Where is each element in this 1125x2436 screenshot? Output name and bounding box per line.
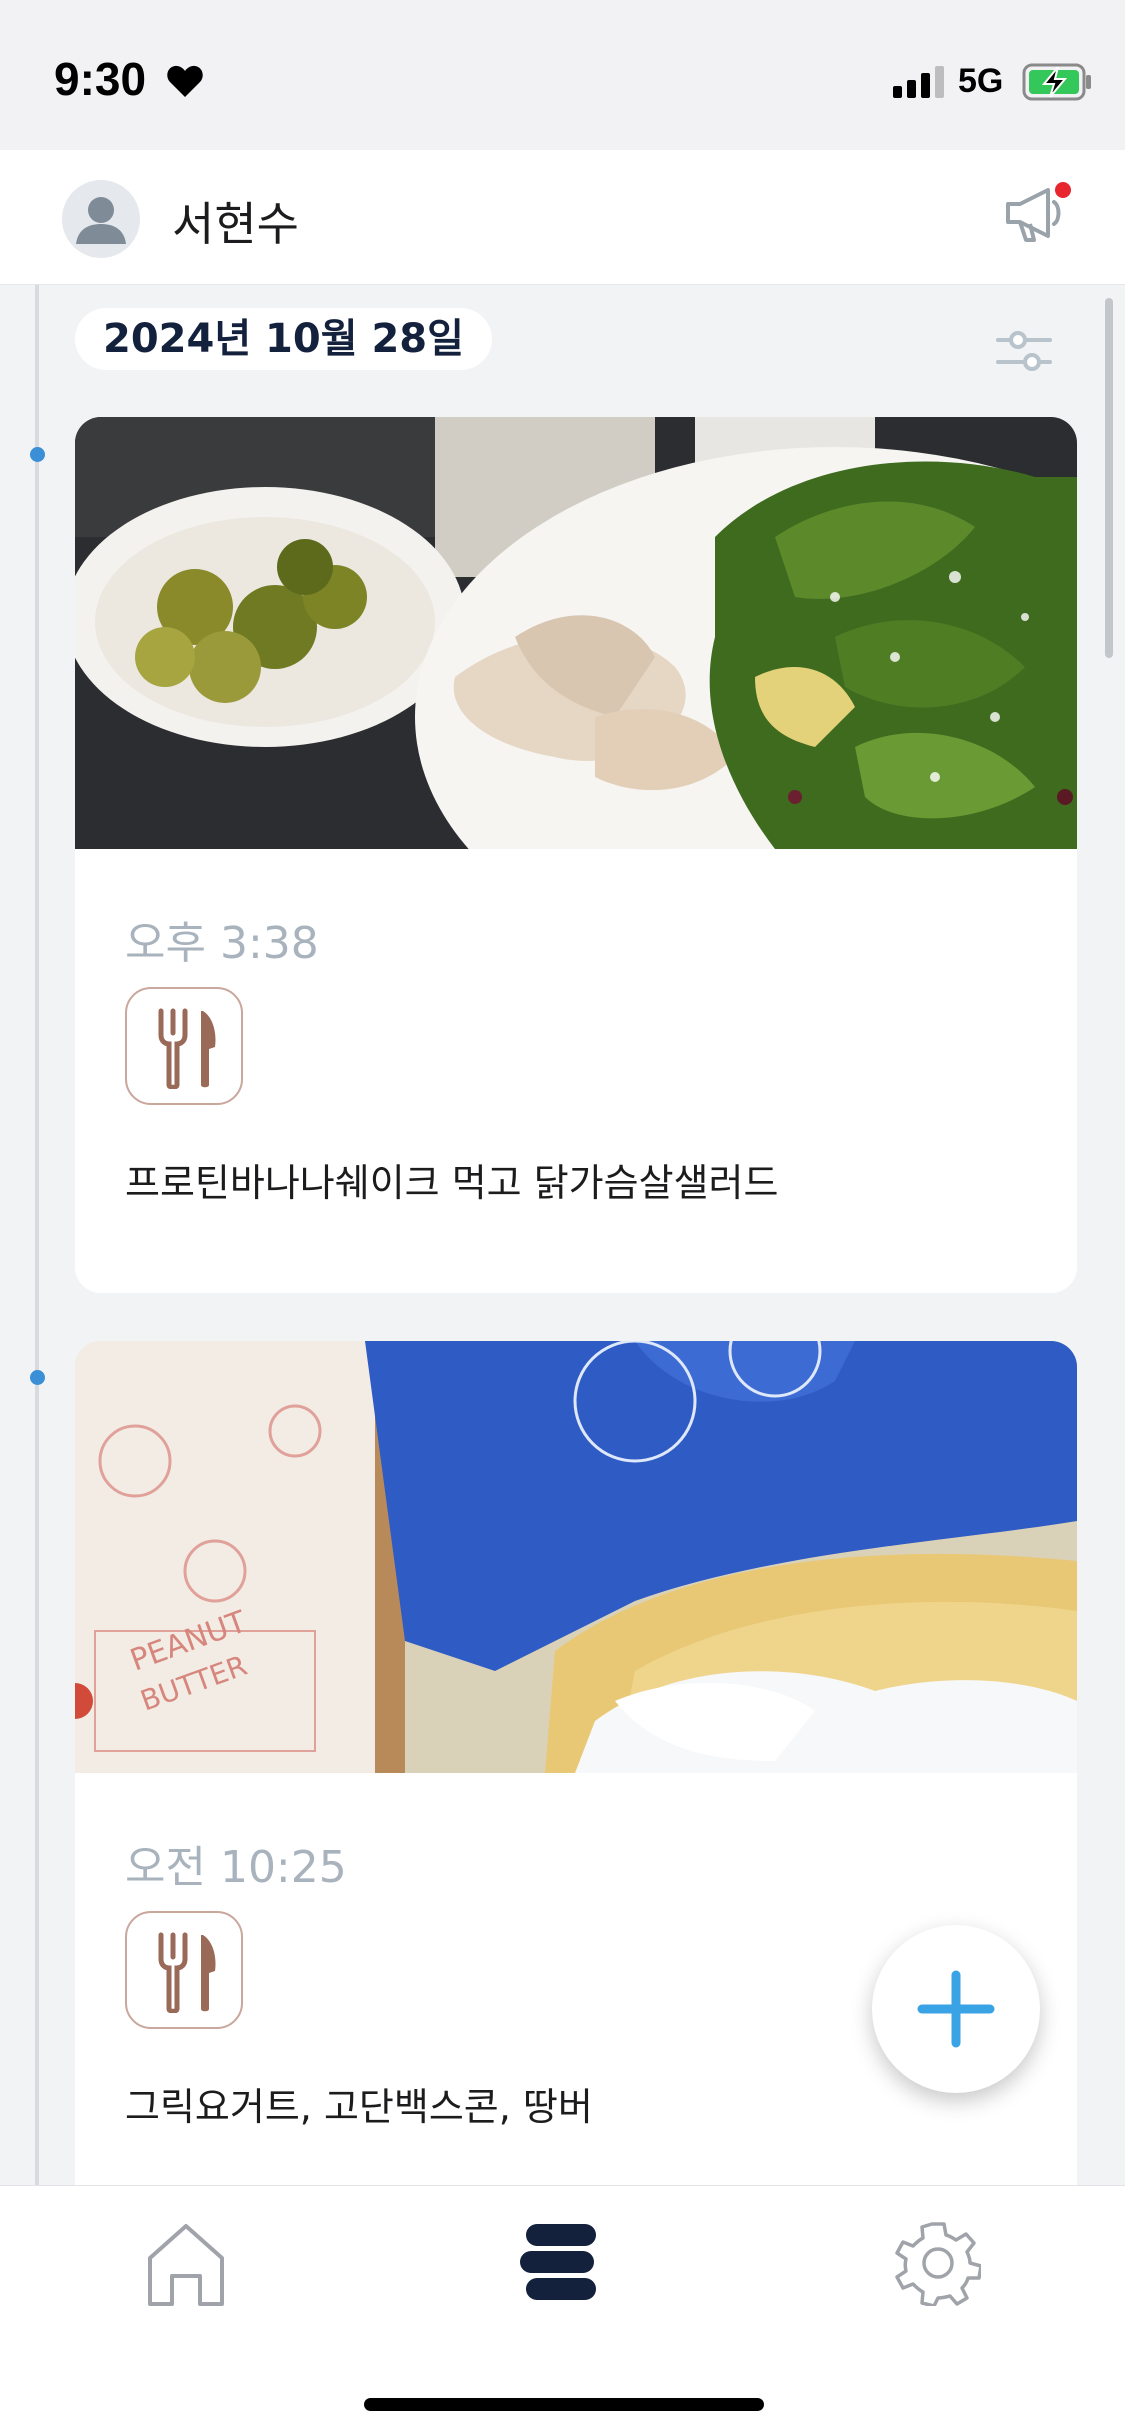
notification-dot	[1055, 182, 1071, 198]
timeline-rail	[35, 285, 39, 2185]
home-indicator[interactable]	[364, 2398, 764, 2411]
heart-icon	[167, 65, 203, 97]
meal-entry-card[interactable]: PEANUT BUTTER 오전 10:25 그릭요거트, 고단백스콘, 땅버	[75, 1341, 1077, 2241]
meal-category-badge	[125, 1911, 243, 2029]
meal-photo[interactable]: PEANUT BUTTER	[75, 1341, 1077, 1773]
megaphone-icon[interactable]	[1002, 178, 1074, 248]
tab-settings[interactable]	[838, 2186, 1038, 2336]
entry-time: 오후 3:38	[125, 918, 319, 969]
date-label: 2024년 10월 28일	[75, 308, 492, 370]
meal-category-badge	[125, 987, 243, 1105]
tab-timeline[interactable]	[462, 2186, 662, 2336]
status-time: 9:30	[54, 53, 147, 105]
timeline-dot	[30, 1370, 45, 1385]
entry-note: 프로틴바나나쉐이크 먹고 닭가슴살샐러드	[125, 1161, 779, 1205]
timeline-stack-icon	[520, 2224, 596, 2300]
add-entry-button[interactable]	[872, 1925, 1040, 2093]
app-header: 서현수	[0, 150, 1125, 285]
timeline-dot	[30, 447, 45, 462]
meal-photo[interactable]	[75, 417, 1077, 849]
avatar-icon	[76, 197, 126, 244]
home-icon	[148, 2224, 224, 2306]
gear-icon	[895, 2222, 981, 2306]
fork-knife-icon	[158, 1932, 216, 2013]
user-name: 서현수	[172, 197, 299, 251]
status-bar: 9:30 5G	[0, 0, 1125, 150]
yogurt-photo-image: PEANUT BUTTER	[75, 1341, 1077, 1773]
tab-home[interactable]	[86, 2186, 286, 2336]
entry-time: 오전 10:25	[125, 1842, 347, 1893]
scrollbar-thumb[interactable]	[1105, 298, 1113, 658]
sliders-icon[interactable]	[996, 328, 1052, 374]
avatar[interactable]	[62, 180, 140, 258]
plus-icon	[917, 1970, 995, 2048]
entry-note: 그릭요거트, 고단백스콘, 땅버	[125, 2085, 593, 2129]
signal-icon	[893, 66, 944, 98]
battery-charging-icon	[1022, 63, 1091, 101]
network-label: 5G	[958, 62, 1004, 100]
salad-photo-image	[75, 417, 1077, 849]
meal-entry-card[interactable]: 오후 3:38 프로틴바나나쉐이크 먹고 닭가슴살샐러드	[75, 417, 1077, 1293]
fork-knife-icon	[158, 1008, 216, 1089]
